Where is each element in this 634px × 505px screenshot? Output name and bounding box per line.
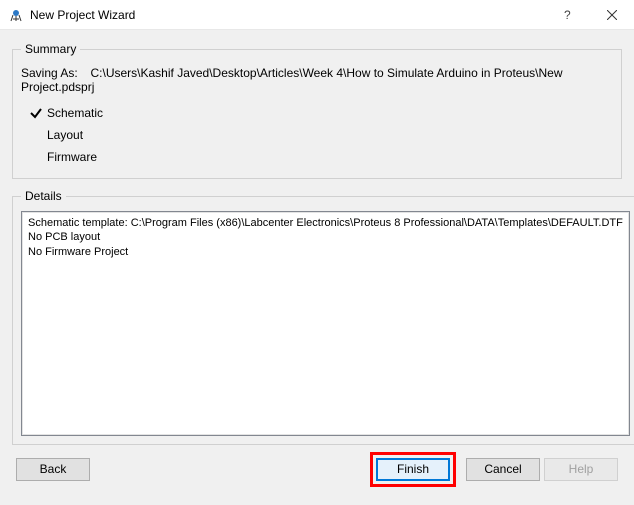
help-button[interactable]: ? — [544, 0, 589, 30]
back-button[interactable]: Back — [16, 458, 90, 481]
summary-legend: Summary — [21, 42, 80, 56]
finish-highlight: Finish — [370, 452, 456, 487]
summary-item-label: Firmware — [47, 150, 97, 164]
dialog-content: Summary Saving As: C:\Users\Kashif Javed… — [0, 30, 634, 505]
svg-text:?: ? — [564, 9, 571, 21]
saving-as-line: Saving As: C:\Users\Kashif Javed\Desktop… — [21, 66, 613, 94]
help-footer-button[interactable]: Help — [544, 458, 618, 481]
saving-as-label: Saving As: — [21, 66, 78, 80]
titlebar: New Project Wizard ? — [0, 0, 634, 30]
details-section: Details Schematic template: C:\Program F… — [12, 189, 622, 445]
app-icon — [8, 7, 24, 23]
cancel-button[interactable]: Cancel — [466, 458, 540, 481]
finish-button[interactable]: Finish — [376, 458, 450, 481]
summary-item-label: Layout — [47, 128, 83, 142]
summary-item-schematic: Schematic — [27, 102, 613, 124]
details-textarea[interactable]: Schematic template: C:\Program Files (x8… — [21, 211, 630, 436]
check-icon — [27, 106, 45, 120]
summary-item-label: Schematic — [47, 106, 103, 120]
details-legend: Details — [21, 189, 66, 203]
summary-item-layout: Layout — [27, 124, 613, 146]
summary-item-firmware: Firmware — [27, 146, 613, 168]
summary-section: Summary Saving As: C:\Users\Kashif Javed… — [12, 42, 622, 179]
saving-as-path: C:\Users\Kashif Javed\Desktop\Articles\W… — [21, 66, 562, 94]
window-title: New Project Wizard — [30, 8, 544, 22]
button-row: Back Finish Cancel Help — [12, 445, 622, 493]
summary-list: Schematic Layout Firmware — [21, 102, 613, 168]
close-button[interactable] — [589, 0, 634, 30]
